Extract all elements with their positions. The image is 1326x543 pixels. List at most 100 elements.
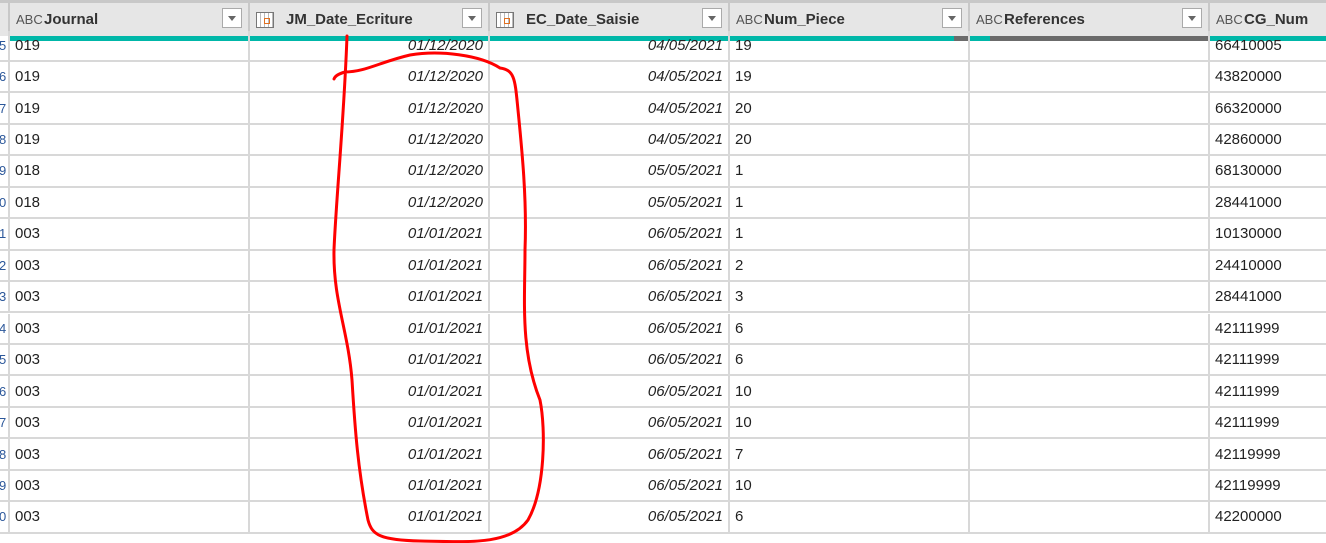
- cell-num_piece[interactable]: 6: [730, 502, 970, 532]
- cell-ec_date_saisie[interactable]: 06/05/2021: [490, 282, 730, 312]
- cell-num_piece[interactable]: 1: [730, 187, 970, 218]
- cell-jm_date_ecriture[interactable]: 01/12/2020: [250, 93, 490, 123]
- cell-journal[interactable]: 018: [10, 156, 250, 186]
- cell-journal[interactable]: 019: [10, 124, 250, 155]
- cell-ec_date_saisie[interactable]: 06/05/2021: [490, 470, 730, 501]
- cell-journal[interactable]: 003: [10, 282, 250, 312]
- cell-cg_num[interactable]: 42860000: [1210, 125, 1326, 154]
- cell-ec_date_saisie[interactable]: 04/05/2021: [490, 93, 730, 123]
- cell-references[interactable]: [970, 187, 1210, 218]
- cell-num_piece[interactable]: 1: [730, 156, 970, 186]
- cell-ec_date_saisie[interactable]: 06/05/2021: [490, 250, 730, 281]
- cell-references[interactable]: [970, 93, 1210, 123]
- cell-journal[interactable]: 003: [10, 313, 250, 343]
- cell-references[interactable]: [970, 219, 1210, 249]
- cell-journal[interactable]: 019: [10, 30, 250, 60]
- filter-dropdown-button[interactable]: [942, 8, 962, 28]
- cell-ec_date_saisie[interactable]: 06/05/2021: [490, 439, 730, 469]
- cell-num_piece[interactable]: 10: [730, 376, 970, 406]
- cell-jm_date_ecriture[interactable]: 01/12/2020: [250, 30, 490, 60]
- cell-cg_num[interactable]: 43820000: [1210, 62, 1326, 91]
- cell-references[interactable]: [970, 345, 1210, 375]
- cell-journal[interactable]: 003: [10, 502, 250, 532]
- cell-cg_num[interactable]: 66410005: [1210, 31, 1326, 60]
- cell-journal[interactable]: 003: [10, 439, 250, 469]
- cell-cg_num[interactable]: 10130000: [1210, 219, 1326, 248]
- cell-ec_date_saisie[interactable]: 06/05/2021: [490, 219, 730, 249]
- cell-references[interactable]: [970, 376, 1210, 406]
- cell-cg_num[interactable]: 28441000: [1210, 282, 1326, 311]
- cell-jm_date_ecriture[interactable]: 01/12/2020: [250, 156, 490, 186]
- cell-references[interactable]: [970, 282, 1210, 312]
- cell-jm_date_ecriture[interactable]: 01/12/2020: [250, 61, 490, 92]
- cell-ec_date_saisie[interactable]: 06/05/2021: [490, 345, 730, 375]
- cell-references[interactable]: [970, 30, 1210, 60]
- cell-ec_date_saisie[interactable]: 05/05/2021: [490, 187, 730, 218]
- cell-references[interactable]: [970, 124, 1210, 155]
- cell-references[interactable]: [970, 250, 1210, 281]
- cell-ec_date_saisie[interactable]: 06/05/2021: [490, 502, 730, 532]
- cell-jm_date_ecriture[interactable]: 01/01/2021: [250, 219, 490, 249]
- cell-num_piece[interactable]: 1: [730, 219, 970, 249]
- cell-jm_date_ecriture[interactable]: 01/01/2021: [250, 407, 490, 438]
- cell-cg_num[interactable]: 28441000: [1210, 188, 1326, 217]
- cell-jm_date_ecriture[interactable]: 01/01/2021: [250, 376, 490, 406]
- cell-references[interactable]: [970, 470, 1210, 501]
- filter-dropdown-button[interactable]: [702, 8, 722, 28]
- cell-journal[interactable]: 003: [10, 219, 250, 249]
- cell-cg_num[interactable]: 42111999: [1210, 345, 1326, 374]
- filter-dropdown-button[interactable]: [1182, 8, 1202, 28]
- cell-jm_date_ecriture[interactable]: 01/01/2021: [250, 345, 490, 375]
- cell-journal[interactable]: 019: [10, 61, 250, 92]
- cell-references[interactable]: [970, 313, 1210, 343]
- cell-num_piece[interactable]: 20: [730, 124, 970, 155]
- cell-journal[interactable]: 003: [10, 345, 250, 375]
- cell-cg_num[interactable]: 42200000: [1210, 502, 1326, 531]
- cell-journal[interactable]: 003: [10, 470, 250, 501]
- abc-text-icon[interactable]: ABC: [976, 12, 1003, 27]
- cell-num_piece[interactable]: 20: [730, 93, 970, 123]
- abc-text-icon[interactable]: ABC: [16, 12, 43, 27]
- cell-num_piece[interactable]: 10: [730, 407, 970, 438]
- cell-references[interactable]: [970, 502, 1210, 532]
- cell-references[interactable]: [970, 439, 1210, 469]
- cell-cg_num[interactable]: 68130000: [1210, 156, 1326, 185]
- filter-dropdown-button[interactable]: [462, 8, 482, 28]
- cell-journal[interactable]: 003: [10, 407, 250, 438]
- cell-jm_date_ecriture[interactable]: 01/01/2021: [250, 439, 490, 469]
- cell-num_piece[interactable]: 3: [730, 282, 970, 312]
- cell-num_piece[interactable]: 10: [730, 470, 970, 501]
- cell-jm_date_ecriture[interactable]: 01/01/2021: [250, 502, 490, 532]
- calendar-icon[interactable]: [496, 11, 514, 28]
- cell-num_piece[interactable]: 7: [730, 439, 970, 469]
- cell-cg_num[interactable]: 42119999: [1210, 439, 1326, 468]
- cell-jm_date_ecriture[interactable]: 01/01/2021: [250, 282, 490, 312]
- cell-ec_date_saisie[interactable]: 04/05/2021: [490, 30, 730, 60]
- cell-journal[interactable]: 003: [10, 250, 250, 281]
- cell-jm_date_ecriture[interactable]: 01/01/2021: [250, 470, 490, 501]
- cell-num_piece[interactable]: 2: [730, 250, 970, 281]
- cell-ec_date_saisie[interactable]: 06/05/2021: [490, 407, 730, 438]
- cell-cg_num[interactable]: 66320000: [1210, 93, 1326, 122]
- cell-references[interactable]: [970, 407, 1210, 438]
- cell-ec_date_saisie[interactable]: 06/05/2021: [490, 313, 730, 343]
- cell-cg_num[interactable]: 42111999: [1210, 376, 1326, 405]
- cell-jm_date_ecriture[interactable]: 01/01/2021: [250, 313, 490, 343]
- cell-references[interactable]: [970, 61, 1210, 92]
- cell-journal[interactable]: 019: [10, 93, 250, 123]
- cell-num_piece[interactable]: 6: [730, 345, 970, 375]
- cell-references[interactable]: [970, 156, 1210, 186]
- cell-num_piece[interactable]: 19: [730, 61, 970, 92]
- filter-dropdown-button[interactable]: [222, 8, 242, 28]
- cell-jm_date_ecriture[interactable]: 01/12/2020: [250, 187, 490, 218]
- abc-text-icon[interactable]: ABC: [736, 12, 763, 27]
- cell-num_piece[interactable]: 19: [730, 30, 970, 60]
- cell-ec_date_saisie[interactable]: 05/05/2021: [490, 156, 730, 186]
- abc-text-icon[interactable]: ABC: [1216, 12, 1243, 27]
- calendar-icon[interactable]: [256, 11, 274, 28]
- cell-ec_date_saisie[interactable]: 04/05/2021: [490, 124, 730, 155]
- cell-journal[interactable]: 003: [10, 376, 250, 406]
- cell-journal[interactable]: 018: [10, 187, 250, 218]
- cell-num_piece[interactable]: 6: [730, 313, 970, 343]
- cell-cg_num[interactable]: 24410000: [1210, 251, 1326, 280]
